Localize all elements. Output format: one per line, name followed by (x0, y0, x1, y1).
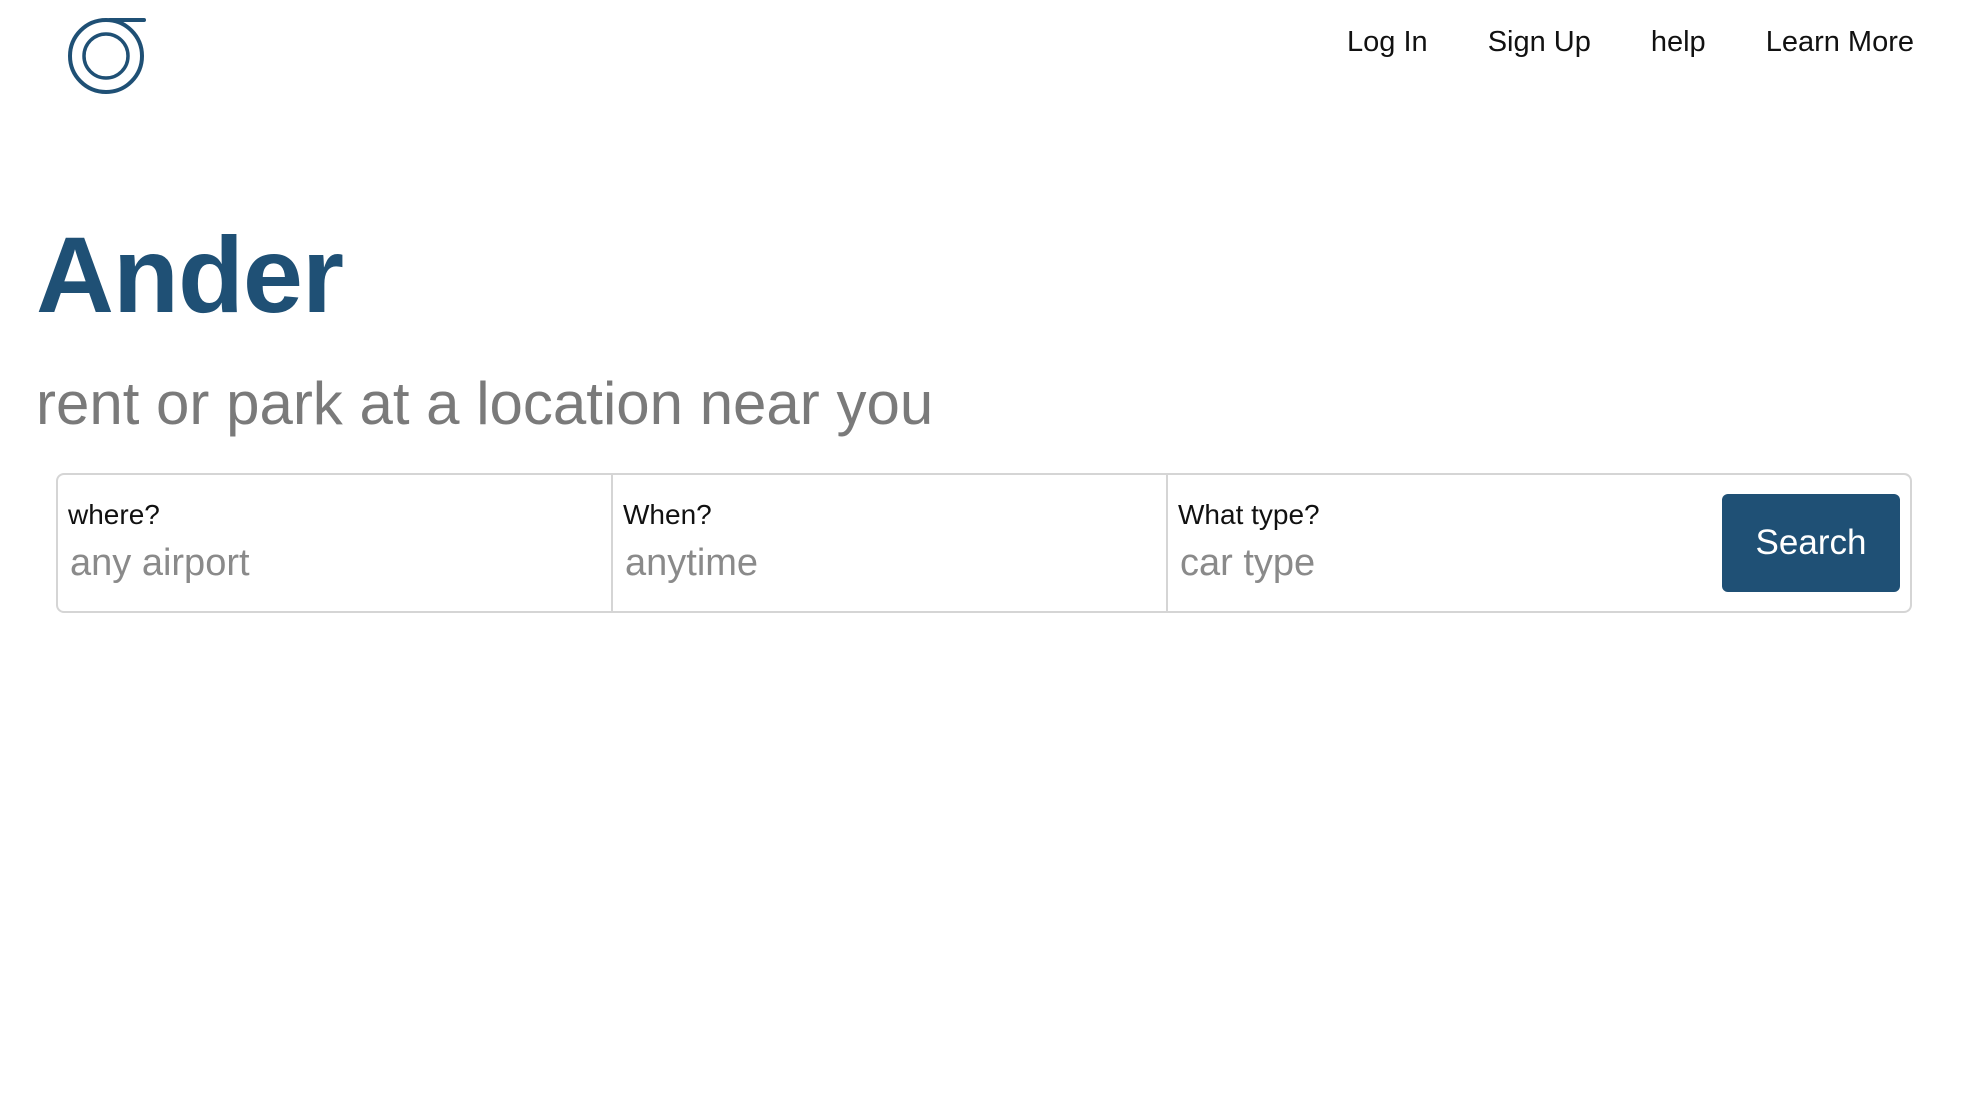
ander-logo-icon[interactable] (66, 14, 146, 96)
search-button[interactable]: Search (1722, 494, 1900, 592)
search-bar: where? When? What type? Search (56, 473, 1912, 613)
type-field: What type? (1168, 475, 1708, 611)
type-label: What type? (1178, 499, 1320, 530)
when-input[interactable] (623, 539, 1125, 587)
car-type-input[interactable] (1178, 539, 1680, 587)
brand-title: Ander (36, 214, 344, 335)
where-field: where? (58, 475, 613, 611)
learn-more-link[interactable]: Learn More (1766, 22, 1914, 62)
page: Log In Sign Up help Learn More Ander ren… (0, 0, 1970, 1096)
login-link[interactable]: Log In (1347, 22, 1428, 62)
tagline: rent or park at a location near you (36, 370, 934, 437)
where-input[interactable] (68, 539, 570, 587)
help-link[interactable]: help (1651, 22, 1706, 62)
when-field: When? (613, 475, 1168, 611)
top-nav: Log In Sign Up help Learn More (1287, 22, 1914, 62)
where-label: where? (68, 499, 160, 530)
when-label: When? (623, 499, 712, 530)
signup-link[interactable]: Sign Up (1488, 22, 1591, 62)
